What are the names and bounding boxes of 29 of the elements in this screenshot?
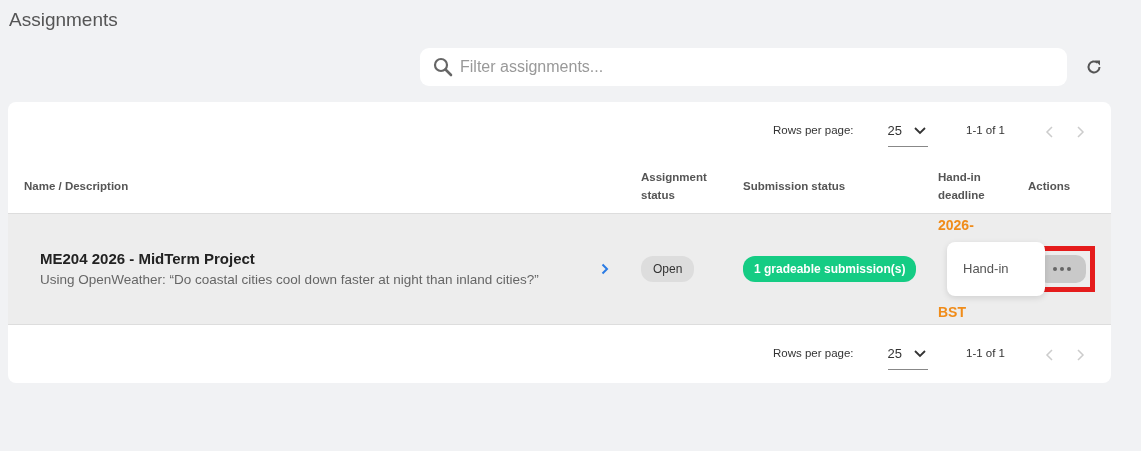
refresh-icon[interactable]: [1085, 58, 1103, 76]
more-icon: [1052, 267, 1071, 271]
column-header: Actions: [1028, 179, 1071, 192]
column-header: Name / Description: [24, 179, 129, 192]
rows-per-page-label: Rows per page:: [773, 123, 854, 139]
chevron-right-icon: [1077, 348, 1085, 361]
chevron-right-icon: [1077, 125, 1085, 138]
chevron-right-icon[interactable]: [601, 263, 609, 275]
rows-per-page-select[interactable]: 25: [887, 337, 928, 371]
rows-per-page-select[interactable]: 25: [887, 114, 928, 148]
column-header: Submission status: [743, 179, 846, 192]
column-header: Assignment status: [641, 171, 707, 201]
column-header: Hand-in deadline: [938, 171, 985, 201]
rows-per-page-label: Rows per page:: [773, 346, 854, 362]
submission-badge: 1 gradeable submission(s): [743, 256, 917, 282]
chevron-left-icon: [1045, 125, 1053, 138]
assignment-description: Using OpenWeather: “Do coastal cities cool down faster at night than inland cities?”: [40, 271, 540, 290]
search-field[interactable]: Filter assignments...: [420, 48, 1067, 86]
page-range: 1-1 of 1: [966, 346, 1005, 362]
deadline-text: BST: [938, 303, 967, 322]
assignment-name[interactable]: ME204 2026 - MidTerm Project: [40, 247, 601, 271]
menu-item[interactable]: Hand-in: [947, 259, 1045, 279]
page-range: 1-1 of 1: [966, 123, 1005, 139]
page-title: Assignments: [8, 8, 119, 32]
chevron-left-icon: [1045, 348, 1053, 361]
deadline-text: 2026-: [938, 216, 975, 235]
chevron-down-icon: [914, 349, 926, 358]
status-badge: Open: [641, 256, 695, 282]
chevron-down-icon: [914, 126, 926, 135]
